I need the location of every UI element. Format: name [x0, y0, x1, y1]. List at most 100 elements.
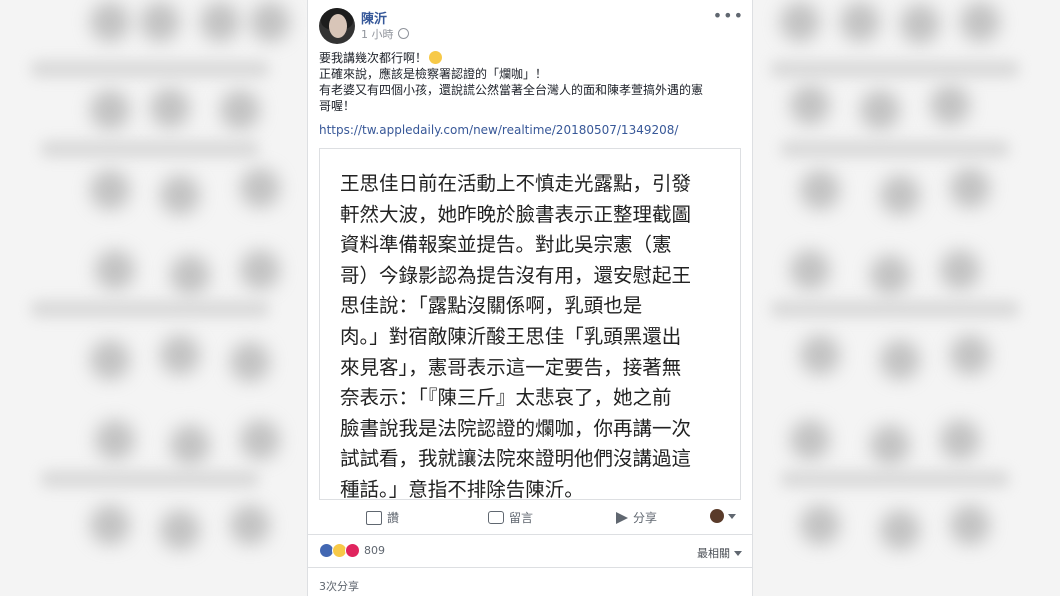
blur-text [30, 300, 270, 318]
reaction-count: 809 [364, 544, 385, 557]
quote-line: 來見客」，憲哥表示這一定要告，接著無 [340, 355, 682, 379]
post-line-text: 要我講幾次都行啊！ [319, 51, 428, 65]
blur-avatar [90, 505, 130, 545]
quote-line: 肉。」對宿敵陳沂酸王思佳「乳頭黑還出 [340, 324, 682, 348]
post-time-text: 1 小時 [361, 28, 394, 41]
blur-text [770, 60, 1020, 78]
post-line: 正確來說，應該是檢察署認證的「爛咖」！ [319, 67, 548, 81]
blur-avatar [230, 342, 270, 382]
blur-avatar [160, 175, 200, 215]
blur-avatar [90, 170, 130, 210]
blur-avatar [880, 340, 920, 380]
blur-text [770, 300, 1020, 318]
blur-text [30, 60, 270, 78]
blur-text [40, 470, 260, 488]
share-count[interactable]: 3次分享 [319, 578, 359, 594]
blur-avatar [800, 170, 840, 210]
blur-avatar [870, 425, 910, 465]
blur-avatar [160, 335, 200, 375]
share-icon [616, 511, 628, 524]
blur-avatar [220, 90, 260, 130]
blur-avatar [930, 85, 970, 125]
blur-avatar [790, 250, 830, 290]
quote-line: 哥）今錄影認為提告沒有用，還安慰起王 [340, 263, 692, 287]
blur-avatar [800, 505, 840, 545]
quote-line: 王思佳日前在活動上不慎走光露點，引發 [340, 172, 692, 195]
blur-avatar [95, 250, 135, 290]
blur-avatar [780, 2, 820, 42]
avatar[interactable] [319, 8, 355, 44]
blur-avatar [90, 90, 130, 130]
blur-avatar [240, 250, 280, 290]
article-link[interactable]: https://tw.appledaily.com/new/realtime/2… [319, 123, 678, 137]
quote-line: 臉書說我是法院認證的爛咖，你再講一次 [340, 416, 692, 440]
blur-avatar [940, 420, 980, 460]
quote-line: 奈表示：「『陳三斤』太悲哀了，她之前 [340, 386, 672, 410]
comment-label: 留言 [509, 511, 534, 525]
blur-avatar [250, 2, 290, 42]
share-button[interactable]: 分享 [616, 509, 657, 526]
like-button[interactable]: 讚 [366, 509, 399, 526]
quote-text: 王思佳日前在活動上不慎走光露點，引發 軒然大波，她昨晚於臉書表示正整理截圖 資料… [340, 169, 724, 506]
blur-avatar [150, 88, 190, 128]
share-label: 分享 [633, 511, 658, 525]
blur-avatar [840, 2, 880, 42]
post-line: 有老婆又有四個小孩，還說謊公然當著全台灣人的面和陳孝萱搞外遇的憲 [319, 83, 704, 97]
blur-avatar [900, 4, 940, 44]
comment-sort-dropdown[interactable]: 最相關 [697, 545, 742, 561]
quote-line: 種話。」意指不排除告陳沂。 [340, 477, 584, 501]
post-line: 哥喔！ [319, 99, 356, 113]
blur-avatar [790, 85, 830, 125]
divider [308, 534, 752, 535]
blur-text [780, 470, 1010, 488]
quote-line: 思佳說：「露點沒關係啊，乳頭也是 [340, 294, 643, 318]
blur-avatar [230, 505, 270, 545]
blur-avatar [860, 90, 900, 130]
comment-button[interactable]: 留言 [488, 509, 533, 526]
kiss-emoji-icon [429, 51, 443, 64]
love-reaction-icon [345, 543, 360, 558]
comment-icon [488, 511, 504, 524]
more-options-button[interactable]: ••• [713, 6, 744, 25]
blur-avatar [90, 340, 130, 380]
blur-text [780, 140, 1010, 158]
blur-text [40, 140, 260, 158]
sort-label: 最相關 [697, 547, 730, 560]
reaction-identity-selector[interactable] [710, 509, 736, 523]
shared-image[interactable]: 王思佳日前在活動上不慎走光露點，引發 軒然大波，她昨晚於臉書表示正整理截圖 資料… [319, 148, 741, 501]
blur-avatar [950, 335, 990, 375]
blur-avatar [95, 420, 135, 460]
quote-line: 資料準備報案並提告。對此吳宗憲（憲 [340, 233, 672, 257]
blur-avatar [240, 420, 280, 460]
blur-avatar [880, 510, 920, 550]
avatar-face [329, 14, 347, 38]
blur-avatar [870, 255, 910, 295]
blur-avatar [140, 2, 180, 42]
blur-avatar [880, 175, 920, 215]
blur-avatar [170, 255, 210, 295]
post-actions: 讚 留言 分享 [308, 505, 752, 529]
like-label: 讚 [387, 511, 400, 525]
post-author[interactable]: 陳沂 [361, 8, 387, 27]
post-line: 要我講幾次都行啊！ [319, 50, 739, 66]
facebook-post-card: 陳沂 1 小時 ••• 要我講幾次都行啊！ 正確來說，應該是檢察署認證的「爛咖」… [307, 0, 753, 596]
reaction-summary[interactable]: 809 [319, 543, 385, 558]
blur-avatar [170, 425, 210, 465]
blur-avatar [960, 2, 1000, 42]
post-timestamp[interactable]: 1 小時 [361, 26, 409, 42]
divider [308, 567, 752, 568]
page-avatar-icon [710, 509, 724, 523]
chevron-down-icon [728, 513, 736, 519]
blur-avatar [160, 510, 200, 550]
chevron-down-icon [734, 550, 742, 556]
blur-avatar [90, 2, 130, 42]
blur-avatar [950, 168, 990, 208]
globe-icon [397, 28, 409, 39]
quote-line: 軒然大波，她昨晚於臉書表示正整理截圖 [340, 202, 692, 226]
post-text: 要我講幾次都行啊！ 正確來說，應該是檢察署認證的「爛咖」！ 有老婆又有四個小孩，… [319, 50, 739, 114]
blur-avatar [240, 168, 280, 208]
blur-avatar [950, 505, 990, 545]
blur-avatar [800, 335, 840, 375]
quote-line: 試試看，我就讓法院來證明他們沒講過這 [340, 447, 692, 471]
blur-avatar [200, 2, 240, 42]
